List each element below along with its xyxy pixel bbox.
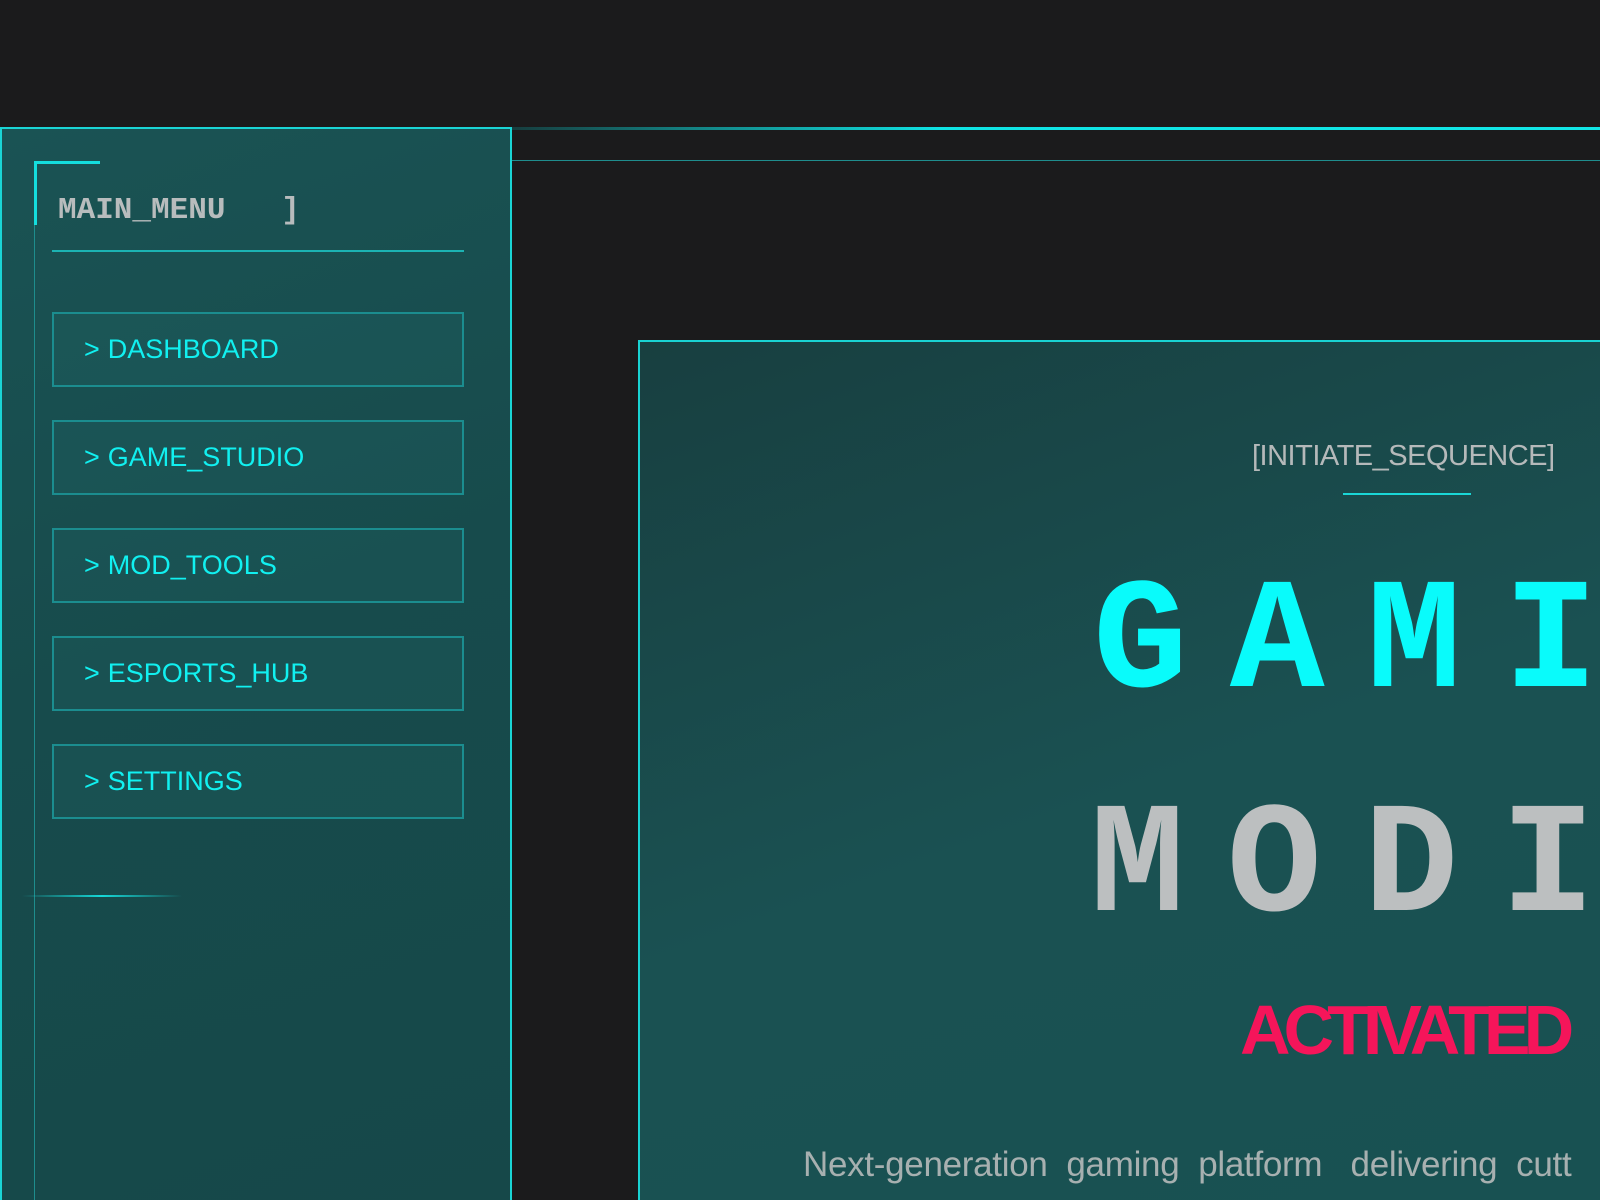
sidebar-item-label: DASHBOARD (107, 334, 279, 364)
top-thin-rule (502, 160, 1600, 161)
corner-bracket-icon (34, 161, 37, 225)
sidebar-inner-rule (34, 161, 35, 1200)
sidebar-item-label: ESPORTS_HUB (107, 658, 309, 688)
chevron-right-icon: > (84, 550, 100, 580)
main-menu-underline (52, 250, 464, 252)
main-menu-title-bracket: ] (281, 193, 300, 228)
hero-status-activated: ACTIVATED (1240, 991, 1574, 1069)
chevron-right-icon: > (84, 766, 100, 796)
top-glow-rule (502, 127, 1600, 130)
sidebar-item-settings[interactable]: > SETTINGS (52, 744, 464, 819)
app-screen: MAIN_MENU ] > DASHBOARD > GAME_STUDIO > … (0, 0, 1600, 1200)
hero-tagline: Next-generation gaming platform deliveri… (803, 1145, 1572, 1184)
chevron-right-icon: > (84, 658, 100, 688)
sidebar-panel: MAIN_MENU ] > DASHBOARD > GAME_STUDIO > … (0, 127, 512, 1200)
sidebar-item-dashboard[interactable]: > DASHBOARD (52, 312, 464, 387)
main-menu-title-gap (225, 193, 281, 228)
hero-title-line-2: MODI (1090, 779, 1600, 958)
sidebar-item-game-studio[interactable]: > GAME_STUDIO (52, 420, 464, 495)
main-menu-title: MAIN_MENU ] (58, 193, 300, 228)
main-menu-title-text: MAIN_MENU (58, 193, 226, 228)
hero-kicker: [INITIATE_SEQUENCE] (1252, 440, 1555, 472)
sidebar-item-esports-hub[interactable]: > ESPORTS_HUB (52, 636, 464, 711)
sidebar-item-label: GAME_STUDIO (107, 442, 305, 472)
sidebar-item-label: SETTINGS (107, 766, 243, 796)
sidebar-item-mod-tools[interactable]: > MOD_TOOLS (52, 528, 464, 603)
hero-kicker-underline (1343, 493, 1471, 495)
chevron-right-icon: > (84, 442, 100, 472)
corner-bracket-icon (34, 161, 100, 164)
sidebar-item-label: MOD_TOOLS (107, 550, 277, 580)
chevron-right-icon: > (84, 334, 100, 364)
hero-title-line-1: GAMI (1093, 555, 1600, 734)
sidebar-glow-divider (22, 895, 182, 897)
